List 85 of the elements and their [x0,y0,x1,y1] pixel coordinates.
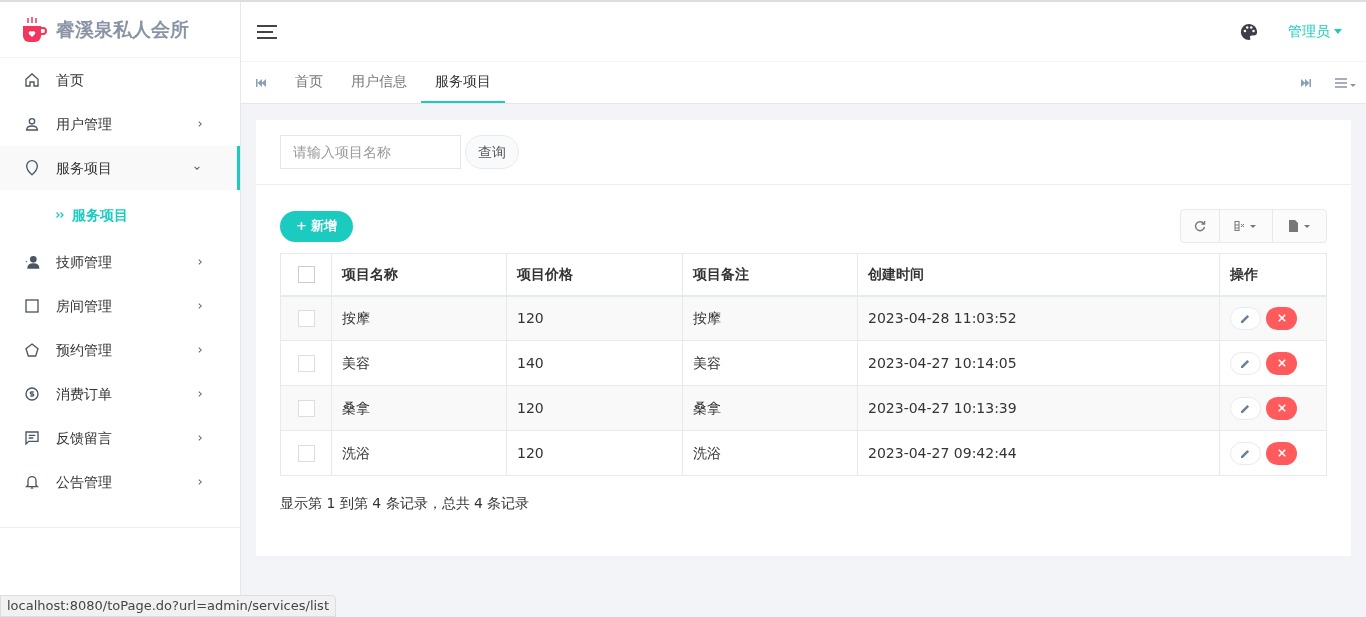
search-button[interactable]: 查询 [465,135,519,169]
table-cell: 美容 [682,340,858,386]
pentagon-icon [24,342,40,358]
checkbox[interactable] [297,266,315,284]
sidebar-item[interactable]: 公告管理 [0,460,240,504]
edit-button[interactable] [1230,396,1261,420]
table-cell: 桑拿 [682,385,858,431]
cup-icon [20,15,48,44]
brand-title: 睿溪泉私人会所 [56,17,189,43]
checkbox[interactable] [297,355,315,372]
double-chevron-icon [56,212,64,218]
close-icon [1277,404,1286,412]
pagination-summary: 显示第 1 到第 4 条记录，总共 4 条记录 [280,494,531,513]
refresh-icon[interactable] [1194,220,1206,232]
chevron-icon [193,164,201,172]
table-cell: 120 [506,295,683,341]
column-header: 操作 [1219,253,1327,296]
export-icon[interactable] [1287,220,1312,232]
column-header: 项目名称 [331,253,507,296]
pencil-icon [1241,403,1250,413]
sidebar-item[interactable]: 消费订单 [0,372,240,416]
sidebar-item[interactable]: 反馈留言 [0,416,240,460]
skip-forward-icon[interactable] [1301,78,1311,87]
sidebar-item[interactable]: 房间管理 [0,284,240,328]
checkbox[interactable] [297,445,315,462]
close-icon [1277,359,1286,367]
columns-icon[interactable] [1234,221,1258,231]
delete-button[interactable] [1266,441,1297,465]
skip-back-icon[interactable] [256,78,266,87]
edit-button[interactable] [1230,306,1261,330]
column-header: 项目备注 [682,253,858,296]
table-cell: 洗浴 [682,430,858,476]
sidebar-item[interactable]: 技师管理 [0,240,240,284]
close-icon [1277,449,1286,457]
table-cell: 桑拿 [331,385,507,431]
table-cell: 2023-04-27 10:14:05 [857,340,1220,386]
chevron-icon [196,120,204,128]
table-cell: 2023-04-27 09:42:44 [857,430,1220,476]
sidebar-item[interactable]: 用户管理 [0,102,240,146]
coin-icon [24,386,40,402]
pencil-icon [1241,358,1250,368]
caret-icon [1334,29,1342,34]
table-cell: 2023-04-27 10:13:39 [857,385,1220,431]
message-icon [24,430,40,446]
table-cell: 美容 [331,340,507,386]
pencil-icon [1241,448,1250,458]
chevron-icon [196,346,204,354]
home-icon [24,72,40,88]
list-menu-icon[interactable] [1335,77,1357,88]
table-cell: 洗浴 [331,430,507,476]
search-field[interactable]: 请输入项目名称 [280,135,461,169]
edit-button[interactable] [1230,441,1261,465]
table-cell: 按摩 [331,295,507,341]
column-header: 创建时间 [857,253,1220,296]
chevron-icon [196,302,204,310]
tab[interactable]: 首页 [281,62,337,103]
table-cell: 按摩 [682,295,858,341]
palette-icon[interactable] [1240,22,1258,41]
column-header: 项目价格 [506,253,683,296]
chevron-icon [196,258,204,266]
tab[interactable]: 用户信息 [337,62,421,103]
tab[interactable]: 服务项目 [421,62,505,103]
chevron-icon [196,478,204,486]
pencil-icon [1241,313,1250,323]
table-cell: 120 [506,430,683,476]
chevron-icon [196,390,204,398]
table-cell: 120 [506,385,683,431]
chevron-icon [196,434,204,442]
bell-icon [24,474,40,490]
table-cell: 2023-04-28 11:03:52 [857,295,1220,341]
delete-button[interactable] [1266,396,1297,420]
user-icon [24,116,40,132]
close-icon [1277,314,1286,323]
sidebar-item[interactable]: 首页 [0,58,240,102]
sidebar-item[interactable]: 预约管理 [0,328,240,372]
menu-icon[interactable] [257,23,277,40]
checkbox[interactable] [297,310,315,328]
status-bar: localhost:8080/toPage.do?url=admin/services/list [0,595,336,617]
square-icon [24,298,40,314]
sidebar-item[interactable]: 服务项目 [0,146,240,190]
delete-button[interactable] [1266,351,1297,375]
checkbox[interactable] [297,400,315,417]
table-cell: 140 [506,340,683,386]
edit-button[interactable] [1230,351,1261,375]
delete-button[interactable] [1266,306,1297,330]
